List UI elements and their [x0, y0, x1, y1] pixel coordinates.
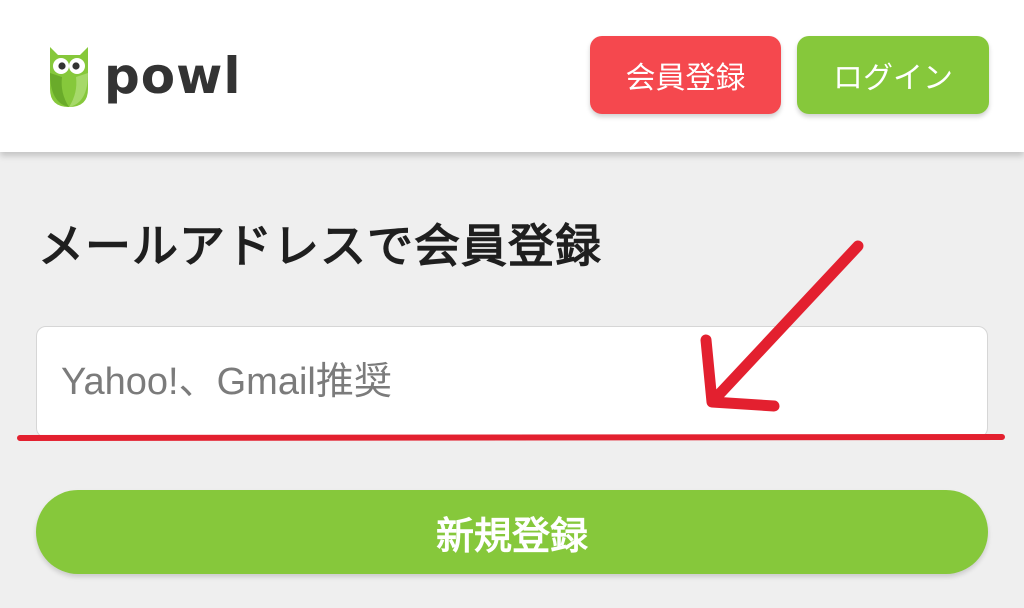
owl-logo-icon — [50, 47, 88, 107]
signup-button[interactable]: 会員登録 — [590, 36, 781, 114]
submit-button[interactable]: 新規登録 — [36, 490, 988, 574]
email-field[interactable] — [36, 326, 988, 438]
page-title: メールアドレスで会員登録 — [38, 219, 602, 273]
login-button[interactable]: ログイン — [797, 36, 989, 114]
logo[interactable]: powl — [46, 40, 241, 112]
header: powl 会員登録 ログイン — [0, 0, 1024, 152]
logo-text: powl — [104, 47, 242, 105]
